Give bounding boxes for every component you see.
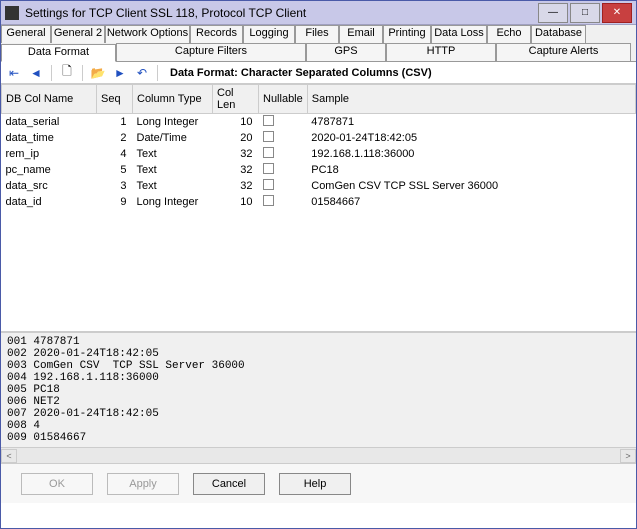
tab-files[interactable]: Files [295,25,339,43]
apply-button[interactable]: Apply [107,473,179,495]
checkbox-icon[interactable] [263,131,274,142]
table-row[interactable]: pc_name5Text32 PC18 [2,162,636,178]
cell-sample: 2020-01-24T18:42:05 [307,130,635,146]
cell-sample: PC18 [307,162,635,178]
cell-name: data_time [2,130,97,146]
nav-prev-icon[interactable]: ◄ [27,64,45,82]
checkbox-icon[interactable] [263,115,274,126]
new-icon[interactable]: 🗋 [58,64,76,82]
close-button[interactable]: ✕ [602,3,632,23]
column-header[interactable]: Column Type [133,85,213,114]
cell-nullable[interactable] [259,194,308,210]
preview-pane: 001 4787871 002 2020-01-24T18:42:05 003 … [1,332,636,447]
tab-data-loss[interactable]: Data Loss [431,25,487,43]
nav-first-icon[interactable]: ⇤ [5,64,23,82]
tab-database[interactable]: Database [531,25,586,43]
cell-len: 32 [213,162,259,178]
cell-name: pc_name [2,162,97,178]
cell-seq: 2 [97,130,133,146]
tab-printing[interactable]: Printing [383,25,431,43]
cell-sample: ComGen CSV TCP SSL Server 36000 [307,178,635,194]
column-header[interactable]: DB Col Name [2,85,97,114]
cell-seq: 5 [97,162,133,178]
ok-button[interactable]: OK [21,473,93,495]
cell-len: 32 [213,146,259,162]
tab-email[interactable]: Email [339,25,383,43]
cell-seq: 9 [97,194,133,210]
table-row[interactable]: rem_ip4Text32 192.168.1.118:36000 [2,146,636,162]
tab-capture-alerts[interactable]: Capture Alerts [496,43,631,61]
columns-table[interactable]: DB Col NameSeqColumn TypeCol LenNullable… [1,84,636,210]
dialog-buttons: OK Apply Cancel Help [1,463,636,503]
cell-nullable[interactable] [259,146,308,162]
column-header[interactable]: Sample [307,85,635,114]
cell-type: Long Integer [133,194,213,210]
tab-logging[interactable]: Logging [243,25,295,43]
cell-type: Long Integer [133,114,213,131]
cell-sample: 4787871 [307,114,635,131]
table-row[interactable]: data_src3Text32 ComGen CSV TCP SSL Server… [2,178,636,194]
column-header[interactable]: Nullable [259,85,308,114]
checkbox-icon[interactable] [263,147,274,158]
window-title: Settings for TCP Client SSL 118, Protoco… [25,6,536,20]
cell-len: 10 [213,194,259,210]
scroll-left-icon[interactable]: < [1,449,17,463]
app-icon [5,6,19,20]
tab-records[interactable]: Records [190,25,243,43]
cell-nullable[interactable] [259,130,308,146]
scroll-right-icon[interactable]: > [620,449,636,463]
column-header[interactable]: Col Len [213,85,259,114]
cell-seq: 1 [97,114,133,131]
cell-len: 32 [213,178,259,194]
tab-gps[interactable]: GPS [306,43,386,61]
help-button[interactable]: Help [279,473,351,495]
cell-sample: 01584667 [307,194,635,210]
nav-next-icon[interactable]: ► [111,64,129,82]
table-row[interactable]: data_serial1Long Integer10 4787871 [2,114,636,131]
tab-network-options[interactable]: Network Options [105,25,190,43]
cancel-button[interactable]: Cancel [193,473,265,495]
grid-area: DB Col NameSeqColumn TypeCol LenNullable… [1,84,636,332]
horizontal-scrollbar[interactable]: < > [1,447,636,463]
cell-type: Text [133,146,213,162]
tab-general-2[interactable]: General 2 [51,25,105,43]
table-row[interactable]: data_id9Long Integer10 01584667 [2,194,636,210]
toolbar: ⇤ ◄ 🗋 📂 ► ↶ Data Format: Character Separ… [1,62,636,84]
titlebar: Settings for TCP Client SSL 118, Protoco… [1,1,636,25]
cell-type: Text [133,162,213,178]
cell-nullable[interactable] [259,178,308,194]
checkbox-icon[interactable] [263,163,274,174]
folder-open-icon[interactable]: 📂 [89,64,107,82]
tab-data-format[interactable]: Data Format [1,44,116,62]
minimize-button[interactable]: — [538,3,568,23]
cell-nullable[interactable] [259,114,308,131]
undo-icon[interactable]: ↶ [133,64,151,82]
cell-name: data_id [2,194,97,210]
cell-seq: 4 [97,146,133,162]
maximize-button[interactable]: □ [570,3,600,23]
tab-capture-filters[interactable]: Capture Filters [116,43,306,61]
checkbox-icon[interactable] [263,179,274,190]
tab-echo[interactable]: Echo [487,25,531,43]
cell-type: Text [133,178,213,194]
cell-len: 10 [213,114,259,131]
table-row[interactable]: data_time2Date/Time20 2020-01-24T18:42:05 [2,130,636,146]
cell-name: data_src [2,178,97,194]
checkbox-icon[interactable] [263,195,274,206]
cell-sample: 192.168.1.118:36000 [307,146,635,162]
tab-general[interactable]: General [1,25,51,43]
cell-name: data_serial [2,114,97,131]
format-heading: Data Format: Character Separated Columns… [170,67,432,79]
column-header[interactable]: Seq [97,85,133,114]
cell-name: rem_ip [2,146,97,162]
cell-nullable[interactable] [259,162,308,178]
cell-type: Date/Time [133,130,213,146]
cell-seq: 3 [97,178,133,194]
cell-len: 20 [213,130,259,146]
tab-strip: GeneralGeneral 2Network OptionsRecordsLo… [1,25,636,62]
tab-http[interactable]: HTTP [386,43,496,61]
